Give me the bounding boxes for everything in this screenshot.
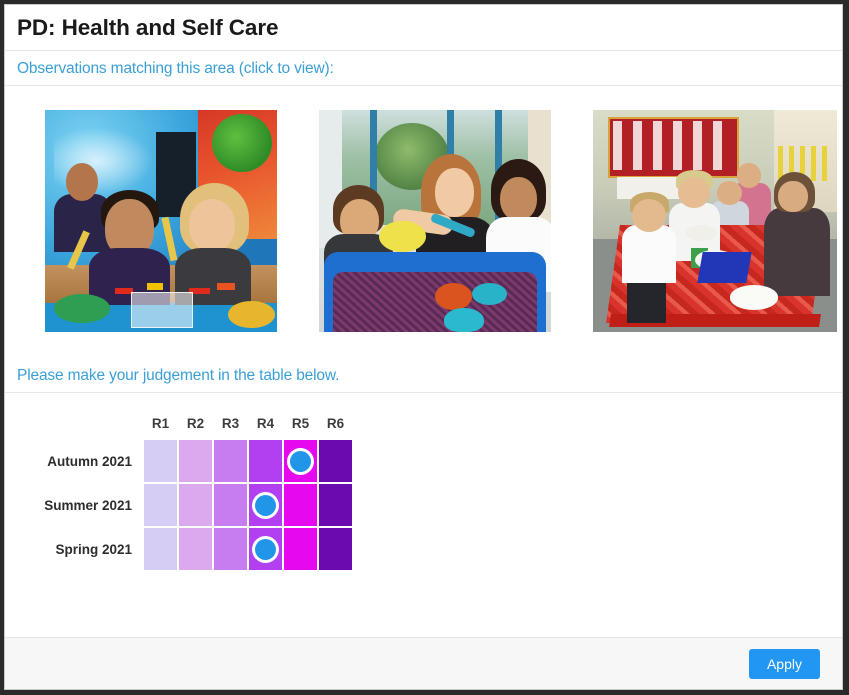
judgement-grid-row: Summer 2021	[23, 484, 352, 526]
selected-marker-icon	[290, 450, 311, 472]
photo3-child-standing-legs	[627, 283, 667, 324]
grid-cell-summer-2021-r5[interactable]	[284, 484, 317, 526]
page-card: PD: Health and Self Care Observations ma…	[4, 4, 843, 690]
apply-button[interactable]: Apply	[748, 648, 820, 679]
photo3-child-standing-body	[622, 225, 676, 284]
grid-column-header-r1: R1	[151, 415, 170, 431]
title-bar: PD: Health and Self Care	[5, 5, 842, 51]
observation-photo-strip	[5, 86, 842, 358]
grid-column-header-r5: R5	[291, 415, 310, 431]
judgement-grid: R1 R2 R3 R4 R5 R6 Autumn 2021 Summer 2021 Sprin…	[21, 411, 354, 572]
observation-photo-3[interactable]	[593, 110, 837, 332]
photo2-adult-face	[435, 167, 475, 217]
grid-cell-autumn-2021-r6[interactable]	[319, 440, 352, 482]
grid-cell-summer-2021-r6[interactable]	[319, 484, 352, 526]
photo2-yellow-bowl	[379, 221, 426, 253]
photo2-orange-bowl	[435, 283, 473, 310]
grid-cell-summer-2021-r2[interactable]	[179, 484, 212, 526]
grid-cell-spring-2021-r6[interactable]	[319, 528, 352, 570]
grid-column-header-r3: R3	[221, 415, 240, 431]
grid-cell-spring-2021-r5[interactable]	[284, 528, 317, 570]
photo3-blue-mat	[697, 252, 752, 284]
grid-row-label: Autumn 2021	[47, 453, 132, 469]
judgement-grid-row: Spring 2021	[23, 528, 352, 570]
photo3-child-back-head	[736, 163, 762, 188]
selected-marker-icon	[255, 538, 276, 560]
grid-cell-spring-2021-r3[interactable]	[214, 528, 247, 570]
photo3-adult-face	[778, 181, 808, 213]
observation-photo-1[interactable]	[45, 110, 277, 332]
grid-column-header-r2: R2	[186, 415, 205, 431]
grid-column-header-r6: R6	[326, 415, 345, 431]
photo2-tray-contents	[332, 272, 538, 332]
photo3-child-standing-head	[632, 198, 667, 233]
grid-row-label: Summer 2021	[44, 497, 132, 513]
grid-cell-summer-2021-r1[interactable]	[144, 484, 177, 526]
grid-cell-autumn-2021-r4[interactable]	[249, 440, 282, 482]
observation-photo-2[interactable]	[319, 110, 551, 332]
grid-cell-autumn-2021-r3[interactable]	[214, 440, 247, 482]
judgement-grid-body: Autumn 2021 Summer 2021 Spring 2021	[23, 440, 352, 570]
photo3-adult-body	[763, 207, 830, 297]
grid-cell-summer-2021-r4[interactable]	[249, 484, 282, 526]
photo1-clear-box	[130, 292, 194, 328]
grid-cell-spring-2021-r2[interactable]	[179, 528, 212, 570]
grid-cell-summer-2021-r3[interactable]	[214, 484, 247, 526]
photo1-background-child-head	[65, 163, 99, 201]
grid-cell-autumn-2021-r5[interactable]	[284, 440, 317, 482]
judgement-grid-wrapper: R1 R2 R3 R4 R5 R6 Autumn 2021 Summer 2021 Sprin…	[5, 393, 842, 572]
photo1-green-tray	[54, 294, 110, 324]
photo1-craft-shape	[216, 283, 236, 290]
grid-cell-autumn-2021-r1[interactable]	[144, 440, 177, 482]
photo3-child-mid-head	[717, 181, 742, 206]
observations-heading: Observations matching this area (click t…	[5, 51, 842, 86]
photo3-child-seated-head	[678, 176, 711, 208]
grid-cell-spring-2021-r1[interactable]	[144, 528, 177, 570]
grid-cell-spring-2021-r4[interactable]	[249, 528, 282, 570]
judgement-grid-row: Autumn 2021	[23, 440, 352, 482]
window-frame: PD: Health and Self Care Observations ma…	[0, 0, 849, 695]
photo1-craft-shape	[147, 283, 164, 290]
judgement-heading: Please make your judgement in the table …	[5, 358, 842, 393]
grid-corner-cell	[23, 413, 142, 438]
grid-cell-autumn-2021-r2[interactable]	[179, 440, 212, 482]
photo1-child-right-head	[188, 198, 236, 253]
footer-bar: Apply	[5, 637, 842, 689]
photo2-child-right-face	[499, 176, 538, 221]
photo3-plate	[685, 225, 718, 241]
photo1-yellow-bowl	[228, 300, 275, 328]
grid-row-label: Spring 2021	[55, 541, 132, 557]
selected-marker-icon	[255, 494, 276, 516]
photo2-cyan-bowl	[444, 307, 484, 332]
photo3-plate	[729, 285, 779, 310]
grid-column-header-r4: R4	[256, 415, 275, 431]
judgement-grid-header-row: R1 R2 R3 R4 R5 R6	[23, 413, 352, 438]
photo3-board-artwork	[612, 121, 730, 170]
page-title: PD: Health and Self Care	[17, 15, 279, 40]
